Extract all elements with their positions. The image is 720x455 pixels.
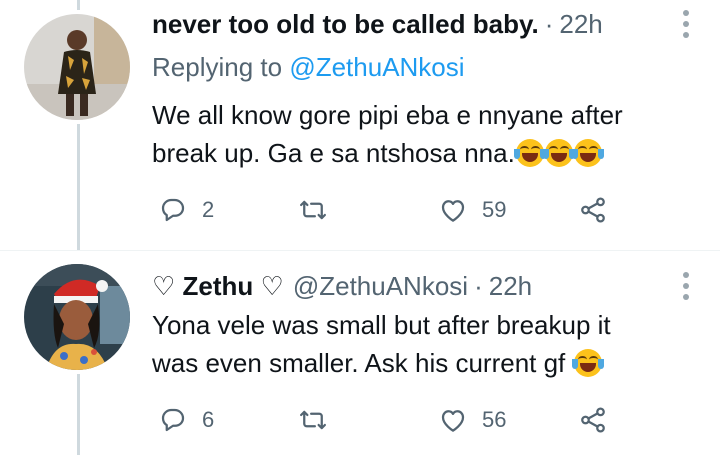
replying-to-label: Replying to bbox=[152, 52, 290, 82]
more-icon[interactable] bbox=[682, 272, 690, 300]
reply-count: 2 bbox=[202, 197, 215, 222]
reply-count: 6 bbox=[202, 407, 215, 432]
more-icon[interactable] bbox=[682, 10, 690, 38]
avatar[interactable] bbox=[24, 14, 130, 120]
tweet-actions: 2 59 bbox=[152, 192, 632, 228]
like-button[interactable]: 56 bbox=[438, 402, 506, 438]
retweet-button[interactable] bbox=[298, 402, 342, 438]
share-icon bbox=[581, 197, 605, 223]
reply-icon bbox=[161, 198, 185, 222]
face-with-tears-of-joy-icon bbox=[513, 139, 546, 167]
retweet-icon bbox=[300, 410, 326, 430]
tweet-text-line: was even smaller. Ask his current gf bbox=[152, 344, 702, 382]
divider bbox=[0, 250, 720, 251]
tweet-text: Yona vele was small but after breakup it… bbox=[152, 306, 702, 382]
face-with-tears-of-joy-icon bbox=[571, 139, 604, 167]
tweet-actions: 6 56 bbox=[152, 402, 632, 438]
tweet-header: ♡ Zethu ♡ @ZethuANkosi · 22h bbox=[152, 266, 532, 306]
retweet-icon bbox=[300, 200, 326, 220]
tweet-text: We all know gore pipi eba e nnyane after… bbox=[152, 96, 702, 172]
display-name[interactable]: ♡ Zethu ♡ bbox=[152, 271, 284, 302]
display-name[interactable]: never too old to be called baby. bbox=[152, 9, 539, 40]
reply-icon bbox=[161, 408, 185, 432]
like-count: 56 bbox=[482, 407, 507, 432]
avatar[interactable] bbox=[24, 264, 130, 370]
tweet-text-line: We all know gore pipi eba e nnyane after bbox=[152, 100, 623, 130]
face-with-tears-of-joy-icon bbox=[571, 349, 604, 377]
reply-button[interactable]: 6 bbox=[158, 402, 214, 438]
timestamp[interactable]: 22h bbox=[489, 271, 532, 302]
separator-dot: · bbox=[544, 8, 554, 39]
reply-button[interactable]: 2 bbox=[158, 192, 214, 228]
tweet-text-line-content: was even smaller. Ask his current gf bbox=[152, 348, 566, 378]
share-button[interactable] bbox=[578, 192, 608, 228]
tweet-1[interactable]: never too old to be called baby. · 22h R… bbox=[0, 0, 720, 250]
tweet-2[interactable]: ♡ Zethu ♡ @ZethuANkosi · 22h Yona vele w… bbox=[0, 258, 720, 455]
replying-to-handle[interactable]: @ZethuANkosi bbox=[289, 52, 464, 82]
like-icon bbox=[441, 410, 465, 432]
like-icon bbox=[441, 200, 465, 222]
retweet-button[interactable] bbox=[298, 192, 342, 228]
face-with-tears-of-joy-icon bbox=[542, 139, 575, 167]
replying-to: Replying to @ZethuANkosi bbox=[152, 52, 465, 83]
like-count: 59 bbox=[482, 197, 507, 222]
separator-dot: · bbox=[474, 270, 483, 301]
tweet-text-line: break up. Ga e sa ntshosa nna. bbox=[152, 134, 702, 172]
tweet-text-line-content: break up. Ga e sa ntshosa nna. bbox=[152, 138, 515, 168]
timestamp[interactable]: 22h bbox=[559, 9, 602, 40]
share-button[interactable] bbox=[578, 402, 608, 438]
like-button[interactable]: 59 bbox=[438, 192, 506, 228]
share-icon bbox=[581, 407, 605, 433]
tweet-text-line: Yona vele was small but after breakup it bbox=[152, 310, 611, 340]
tweet-header: never too old to be called baby. · 22h bbox=[152, 4, 603, 44]
handle[interactable]: @ZethuANkosi bbox=[293, 271, 468, 302]
